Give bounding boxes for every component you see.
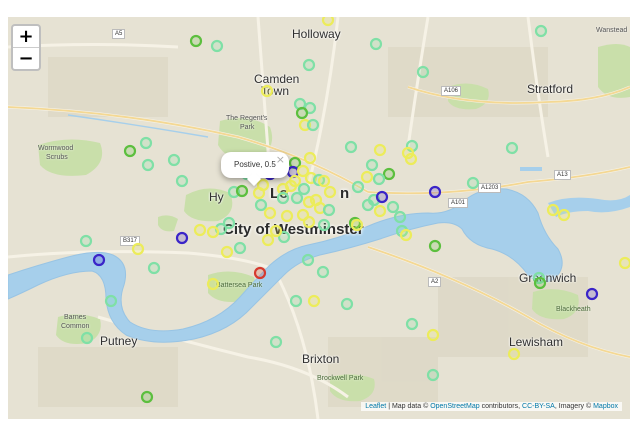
- marker-light-green[interactable]: [351, 180, 365, 194]
- marker-light-green[interactable]: [416, 65, 430, 79]
- marker-blue[interactable]: [585, 287, 599, 301]
- marker-green[interactable]: [235, 184, 249, 198]
- marker-light-green[interactable]: [344, 140, 358, 154]
- marker-yellow[interactable]: [618, 256, 630, 270]
- marker-light-green[interactable]: [426, 368, 440, 382]
- marker-yellow[interactable]: [206, 225, 220, 239]
- marker-light-green[interactable]: [254, 198, 268, 212]
- osm-link[interactable]: OpenStreetMap: [430, 403, 479, 410]
- marker-green[interactable]: [428, 239, 442, 253]
- marker-yellow[interactable]: [557, 208, 571, 222]
- zoom-in-button[interactable]: +: [13, 26, 39, 47]
- marker-yellow[interactable]: [193, 223, 207, 237]
- leaflet-link[interactable]: Leaflet: [365, 403, 386, 410]
- marker-light-green[interactable]: [289, 294, 303, 308]
- map-attribution: Leaflet | Map data © OpenStreetMap contr…: [361, 402, 622, 411]
- marker-yellow[interactable]: [269, 224, 283, 238]
- marker-light-green[interactable]: [322, 203, 336, 217]
- marker-light-green[interactable]: [340, 297, 354, 311]
- marker-yellow[interactable]: [206, 277, 220, 291]
- marker-light-green[interactable]: [405, 317, 419, 331]
- marker-light-green[interactable]: [302, 58, 316, 72]
- marker-yellow[interactable]: [426, 328, 440, 342]
- marker-green[interactable]: [123, 144, 137, 158]
- marker-light-green[interactable]: [372, 172, 386, 186]
- marker-yellow[interactable]: [321, 17, 335, 27]
- marker-yellow[interactable]: [261, 233, 275, 247]
- marker-light-green[interactable]: [386, 200, 400, 214]
- marker-popup: Postive, 0.5 ×: [221, 152, 289, 187]
- marker-light-green[interactable]: [233, 241, 247, 255]
- marker-light-green[interactable]: [141, 158, 155, 172]
- marker-light-green[interactable]: [297, 182, 311, 196]
- attribution-text-2: contributors,: [479, 403, 523, 410]
- marker-yellow[interactable]: [546, 203, 560, 217]
- marker-light-green[interactable]: [139, 136, 153, 150]
- marker-light-green[interactable]: [505, 141, 519, 155]
- marker-yellow[interactable]: [220, 245, 234, 259]
- marker-light-green[interactable]: [393, 210, 407, 224]
- attribution-text-1: | Map data ©: [386, 403, 431, 410]
- marker-yellow[interactable]: [350, 218, 364, 232]
- marker-light-green[interactable]: [317, 218, 331, 232]
- marker-yellow[interactable]: [360, 170, 374, 184]
- marker-yellow[interactable]: [131, 242, 145, 256]
- marker-red[interactable]: [253, 266, 267, 280]
- marker-light-green[interactable]: [466, 176, 480, 190]
- marker-light-green[interactable]: [147, 261, 161, 275]
- map-container[interactable]: Holloway Camden Town Stratford The Regen…: [8, 17, 630, 419]
- marker-yellow[interactable]: [373, 204, 387, 218]
- marker-blue[interactable]: [375, 190, 389, 204]
- zoom-control: + −: [11, 24, 41, 71]
- popup-text: Postive, 0.5: [234, 160, 276, 169]
- marker-blue[interactable]: [175, 231, 189, 245]
- marker-layer: [79, 17, 630, 404]
- marker-green[interactable]: [533, 276, 547, 290]
- mapbox-link[interactable]: Mapbox: [593, 403, 618, 410]
- marker-green[interactable]: [382, 167, 396, 181]
- marker-light-green[interactable]: [210, 39, 224, 53]
- marker-light-green[interactable]: [316, 265, 330, 279]
- marker-yellow[interactable]: [399, 228, 413, 242]
- marker-yellow[interactable]: [252, 186, 266, 200]
- marker-light-green[interactable]: [269, 335, 283, 349]
- marker-green[interactable]: [295, 106, 309, 120]
- marker-light-green[interactable]: [301, 253, 315, 267]
- marker-light-green[interactable]: [80, 331, 94, 345]
- popup-close-icon[interactable]: ×: [276, 153, 285, 166]
- marker-light-green[interactable]: [104, 294, 118, 308]
- marker-light-green[interactable]: [167, 153, 181, 167]
- marker-yellow[interactable]: [507, 347, 521, 361]
- marker-yellow[interactable]: [280, 209, 294, 223]
- marker-light-green[interactable]: [290, 191, 304, 205]
- marker-yellow[interactable]: [263, 206, 277, 220]
- marker-light-green[interactable]: [175, 174, 189, 188]
- marker-blue[interactable]: [428, 185, 442, 199]
- marker-light-green[interactable]: [79, 234, 93, 248]
- marker-yellow[interactable]: [303, 151, 317, 165]
- marker-light-green[interactable]: [306, 118, 320, 132]
- marker-yellow[interactable]: [373, 143, 387, 157]
- zoom-out-button[interactable]: −: [13, 47, 39, 69]
- marker-blue[interactable]: [92, 253, 106, 267]
- marker-light-green[interactable]: [534, 24, 548, 38]
- marker-yellow[interactable]: [317, 174, 331, 188]
- marker-yellow[interactable]: [284, 179, 298, 193]
- marker-yellow[interactable]: [260, 84, 274, 98]
- marker-yellow[interactable]: [302, 215, 316, 229]
- marker-yellow[interactable]: [323, 185, 337, 199]
- attribution-text-3: , Imagery ©: [554, 403, 594, 410]
- marker-light-green[interactable]: [276, 191, 290, 205]
- marker-light-green[interactable]: [365, 158, 379, 172]
- marker-green[interactable]: [140, 390, 154, 404]
- marker-yellow[interactable]: [404, 152, 418, 166]
- marker-green[interactable]: [189, 34, 203, 48]
- license-link[interactable]: CC-BY-SA: [522, 403, 555, 410]
- marker-light-green[interactable]: [369, 37, 383, 51]
- marker-yellow[interactable]: [307, 294, 321, 308]
